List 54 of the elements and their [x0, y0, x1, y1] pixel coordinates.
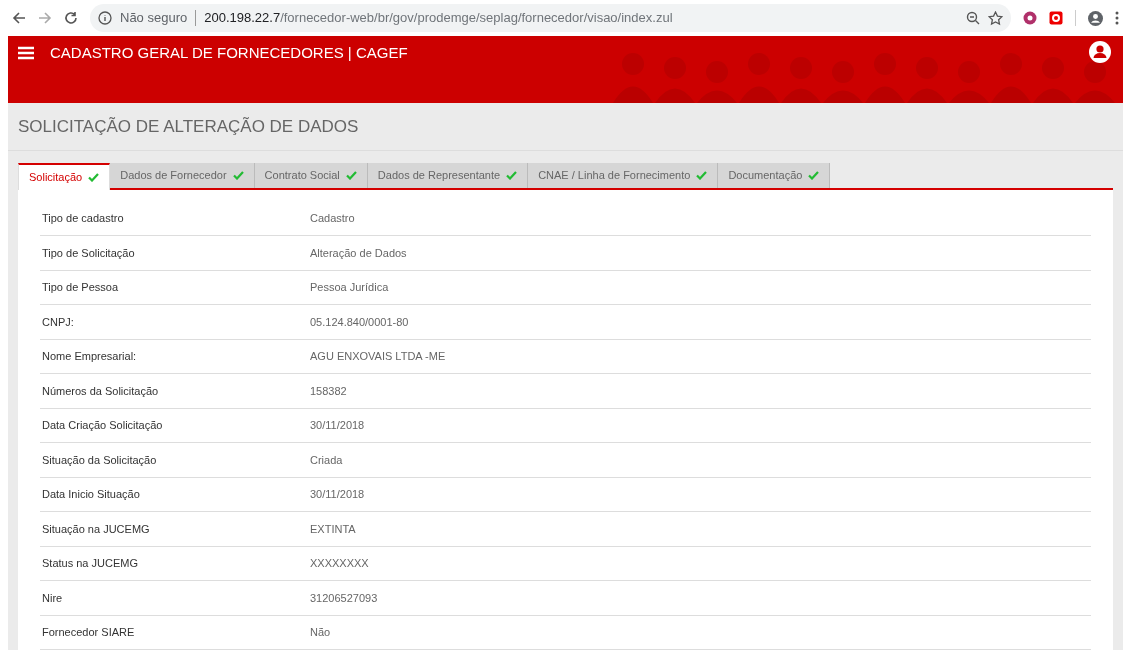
tab[interactable]: Dados de Representante: [367, 162, 529, 188]
field-value: Cadastro: [310, 211, 355, 226]
field-label: Data Criação Solicitação: [41, 418, 164, 433]
field-value: Não: [310, 625, 331, 640]
check-icon: [232, 170, 244, 180]
check-icon: [345, 170, 357, 180]
page-title: SOLICITAÇÃO DE ALTERAÇÃO DE DADOS: [8, 103, 1123, 151]
check-icon: [506, 170, 518, 180]
address-bar[interactable]: Não seguro 200.198.22.7/fornecedor-web/br/gov/prodemge/seplag/fornecedor/visao/index.zul: [90, 4, 1011, 32]
user-icon[interactable]: [1089, 41, 1111, 63]
field-label: Fornecedor SIARE: [41, 625, 136, 640]
field-value: XXXXXXXX: [310, 556, 369, 571]
info-icon: [98, 11, 112, 25]
field-value: Alteração de Dados: [310, 245, 407, 261]
back-icon[interactable]: [12, 11, 26, 25]
tab[interactable]: Solicitação: [18, 162, 111, 190]
check-icon: [88, 172, 100, 182]
field-label: Status na JUCEMG: [41, 556, 139, 571]
reload-icon[interactable]: [64, 11, 78, 25]
security-label: Não seguro: [120, 9, 188, 28]
tab[interactable]: Documentação: [718, 162, 831, 188]
field-value: 30/11/2018: [310, 487, 365, 502]
app-title: CADASTRO GERAL DE FORNECEDORES | CAGEF: [50, 46, 408, 60]
field-label: Situação na JUCEMG: [41, 521, 151, 537]
field-label: Tipo de Solicitação: [41, 245, 136, 261]
field-value: Pessoa Jurídica: [310, 280, 389, 295]
field-value: 31206527093: [310, 590, 378, 606]
more-icon[interactable]: [1115, 11, 1119, 25]
extension-icon[interactable]: [1023, 11, 1037, 25]
tab[interactable]: Contrato Social: [254, 162, 368, 188]
field-value: 05.124.840/0001-80: [310, 314, 409, 330]
menu-icon[interactable]: [18, 46, 34, 60]
url-text: 200.198.22.7/fornecedor-web/br/gov/prodemge/seplag/fornecedor/visao/index.zul: [204, 9, 673, 28]
extension-icon[interactable]: [1049, 11, 1063, 25]
account-icon[interactable]: [1088, 10, 1103, 26]
field-value: Criada: [310, 452, 343, 468]
field-value: EXTINTA: [310, 521, 356, 537]
field-label: Situação da Solicitação: [41, 452, 158, 468]
field-value: 30/11/2018: [310, 418, 365, 433]
zoom-icon[interactable]: [966, 11, 980, 25]
field-value: AGU ENXOVAIS LTDA -ME: [310, 349, 446, 364]
field-label: Nire: [41, 590, 64, 606]
field-label: Tipo de Pessoa: [41, 280, 120, 295]
check-icon: [808, 170, 820, 180]
field-label: Nome Empresarial:: [41, 349, 138, 364]
tab[interactable]: Dados de Fornecedor: [110, 162, 255, 188]
check-icon: [696, 170, 708, 180]
field-label: CNPJ:: [41, 314, 75, 330]
field-label: Números da Solicitação: [41, 383, 160, 399]
tab[interactable]: CNAE / Linha de Fornecimento: [528, 162, 719, 188]
field-label: Tipo de cadastro: [41, 211, 125, 226]
field-value: 158382: [310, 383, 347, 399]
field-label: Data Inicio Situação: [41, 487, 141, 502]
star-icon[interactable]: [988, 10, 1003, 26]
